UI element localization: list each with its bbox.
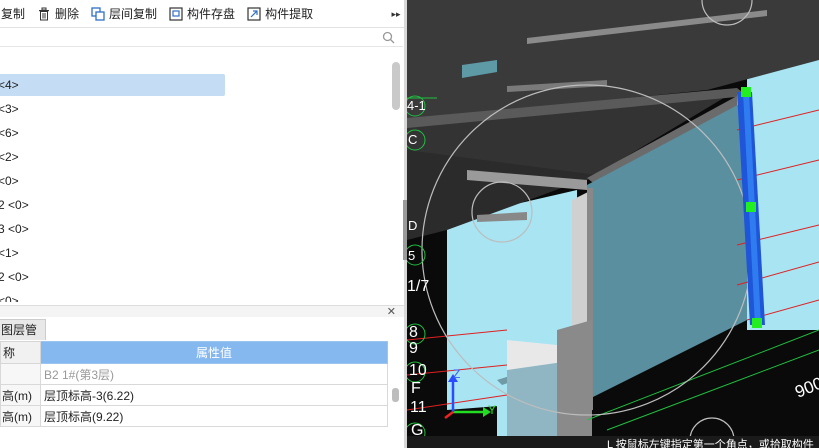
prop-header-value: 属性值 bbox=[40, 341, 388, 364]
panel-splitter[interactable]: ✕ bbox=[0, 305, 404, 318]
prop-value[interactable]: B2 1#(第3层) bbox=[40, 363, 388, 385]
tree-item[interactable]: <2> bbox=[0, 146, 19, 168]
floor-copy-icon bbox=[91, 6, 105, 21]
3d-scene bbox=[407, 0, 819, 448]
prop-name: 高(m) bbox=[0, 384, 41, 406]
tree-item[interactable]: <3> bbox=[0, 98, 19, 120]
trash-icon bbox=[39, 7, 50, 20]
copy-button[interactable]: 复制 bbox=[0, 3, 28, 25]
delete-button[interactable]: 删除 bbox=[34, 3, 82, 25]
prop-value[interactable]: 层顶标高-3(6.22) bbox=[40, 384, 388, 406]
tree-item[interactable]: <0> bbox=[0, 170, 19, 192]
grid-axis-label: 9 bbox=[409, 340, 418, 357]
grid-axis-label: C bbox=[408, 132, 418, 147]
search-bar[interactable] bbox=[0, 29, 403, 47]
grid-axis-label: G bbox=[411, 422, 424, 439]
property-table: 称 属性值 B2 1#(第3层) 高(m) 层顶标高-3(6.22) 高(m) … bbox=[0, 341, 388, 427]
grid-axis-label: 1/7 bbox=[407, 278, 430, 295]
toolbar-more-icon[interactable]: ▸▸ bbox=[389, 6, 403, 22]
z-axis-label: Z bbox=[453, 367, 461, 381]
left-panel: 复制 删除 层间复制 构件存盘 构件提取 ▸▸ <4> <3> <6> <2> … bbox=[0, 0, 407, 448]
table-row[interactable]: B2 1#(第3层) bbox=[0, 363, 388, 385]
tree-item[interactable]: 3 <0> bbox=[0, 218, 29, 240]
component-save-button[interactable]: 构件存盘 bbox=[166, 3, 238, 25]
grid-axis-label: F bbox=[411, 380, 421, 397]
grid-axis-label: 4-1 bbox=[407, 98, 426, 113]
prop-value[interactable]: 层顶标高(9.22) bbox=[40, 405, 388, 427]
3d-viewport[interactable]: 4-1 C D 5 1/7 8 9 10 F 11 G Z Y 900 L 按鼠… bbox=[407, 0, 819, 448]
prop-name: 高(m) bbox=[0, 405, 41, 427]
grid-axis-label: 10 bbox=[409, 362, 427, 379]
y-axis-label: Y bbox=[488, 403, 497, 417]
delete-label: 删除 bbox=[55, 7, 80, 21]
floor-copy-button[interactable]: 层间复制 bbox=[88, 3, 160, 25]
tab-floor-manager[interactable]: 图层管理 bbox=[0, 319, 46, 358]
tree-item[interactable]: <4> bbox=[0, 74, 225, 96]
component-save-label: 构件存盘 bbox=[187, 7, 236, 21]
floor-copy-label: 层间复制 bbox=[109, 7, 158, 21]
grid-axis-label: D bbox=[408, 218, 418, 233]
component-extract-label: 构件提取 bbox=[265, 7, 314, 21]
component-extract-icon bbox=[247, 6, 261, 21]
search-icon[interactable] bbox=[382, 31, 395, 44]
toolbar: 复制 删除 层间复制 构件存盘 构件提取 ▸▸ bbox=[0, 0, 405, 28]
tree-item[interactable]: 2 <0> bbox=[0, 194, 29, 216]
prop-name bbox=[0, 363, 41, 385]
grid-axis-label: 11 bbox=[410, 399, 427, 416]
tree-item[interactable]: <0> bbox=[0, 290, 19, 302]
table-row[interactable]: 高(m) 层顶标高(9.22) bbox=[0, 405, 388, 427]
tree-item[interactable]: <6> bbox=[0, 122, 19, 144]
component-extract-button[interactable]: 构件提取 bbox=[244, 3, 316, 25]
copy-label: 复制 bbox=[1, 7, 26, 21]
property-scrollbar[interactable] bbox=[392, 388, 399, 402]
tree-item[interactable]: 2 <0> bbox=[0, 266, 29, 288]
close-icon[interactable]: ✕ bbox=[387, 306, 396, 318]
component-save-icon bbox=[169, 6, 183, 21]
prop-header-name: 称 bbox=[0, 341, 41, 364]
component-tree: <4> <3> <6> <2> <0> 2 <0> 3 <0> <1> 2 <0… bbox=[0, 48, 392, 302]
tree-item[interactable]: <1> bbox=[0, 242, 19, 264]
tree-scrollbar[interactable] bbox=[392, 62, 400, 110]
table-row[interactable]: 高(m) 层顶标高-3(6.22) bbox=[0, 384, 388, 406]
grid-axis-label: 5 bbox=[408, 248, 416, 263]
status-prompt: L 按鼠标左键指定第一个角点，或拾取构件 bbox=[607, 439, 814, 448]
